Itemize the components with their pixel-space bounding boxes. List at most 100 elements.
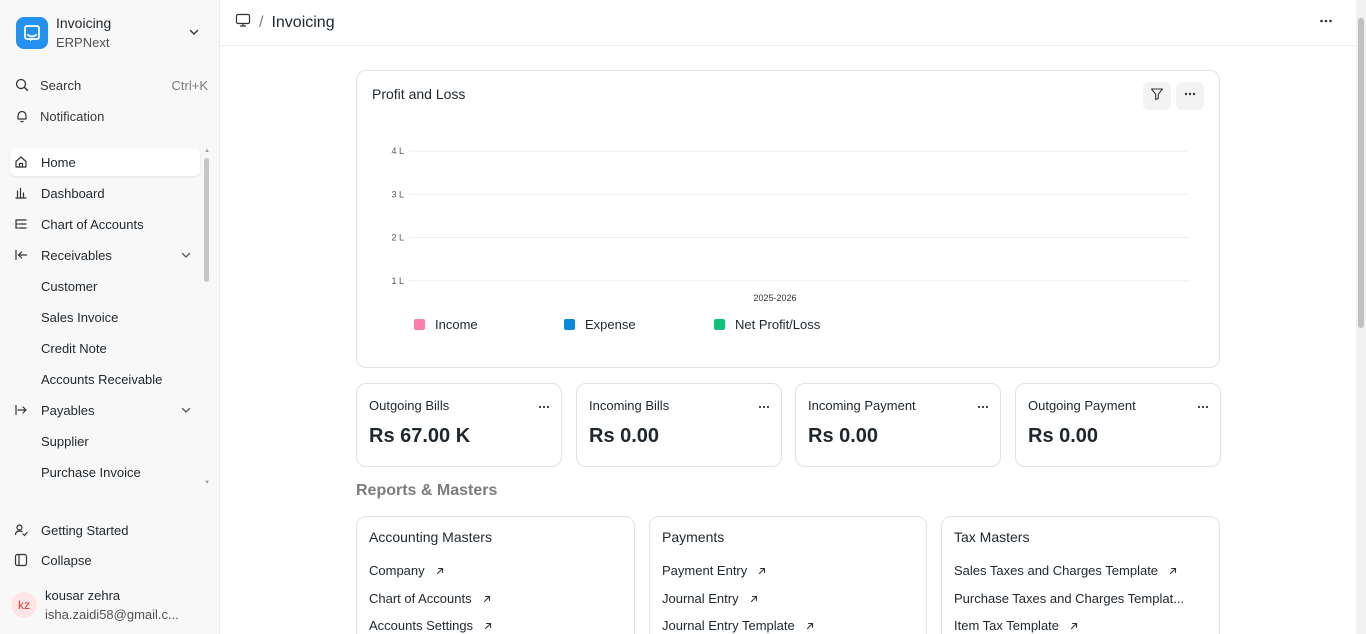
link-company[interactable]: Company xyxy=(369,563,445,578)
desktop-icon[interactable] xyxy=(235,12,251,33)
breadcrumb: / Invoicing xyxy=(235,12,335,33)
sidebar-item-chart-of-accounts[interactable]: Chart of Accounts xyxy=(10,210,200,238)
link-journal-entry[interactable]: Journal Entry xyxy=(662,591,759,606)
legend-item-expense[interactable]: Expense xyxy=(564,317,636,332)
link-label: Purchase Taxes and Charges Templat... xyxy=(954,591,1185,606)
card-payments: Payments Payment Entry Journal Entry Jou… xyxy=(649,516,927,634)
sidebar-item-label: Payables xyxy=(41,402,95,418)
sidebar: Invoicing ERPNext Search Ctrl+K Notifica… xyxy=(0,0,220,634)
app-switcher[interactable]: Invoicing ERPNext xyxy=(10,10,210,56)
search-button[interactable]: Search Ctrl+K xyxy=(10,72,210,98)
sidebar-item-dashboard[interactable]: Dashboard xyxy=(10,179,200,207)
more-options-icon[interactable] xyxy=(757,400,771,419)
page-title[interactable]: Invoicing xyxy=(271,14,334,32)
more-options-icon[interactable] xyxy=(1196,400,1210,419)
user-email: isha.zaidi58@gmail.c... xyxy=(45,607,179,622)
y-tick-label: 4 L xyxy=(391,146,404,156)
arrow-up-right-icon xyxy=(1168,566,1178,576)
sidebar-item-label: Dashboard xyxy=(41,185,105,201)
sidebar-item-customer[interactable]: Customer xyxy=(10,272,200,300)
link-purchase-taxes-template[interactable]: Purchase Taxes and Charges Templat... xyxy=(954,591,1184,606)
notification-button[interactable]: Notification xyxy=(10,103,210,129)
link-label: Item Tax Template xyxy=(954,618,1060,633)
home-icon xyxy=(14,155,34,169)
reports-section-title: Reports & Masters xyxy=(356,482,498,499)
sidebar-item-receivables[interactable]: Receivables xyxy=(10,241,200,269)
legend-swatch xyxy=(414,319,425,330)
user-menu[interactable]: kz kousar zehra isha.zaidi58@gmail.c... xyxy=(10,584,210,626)
getting-started-button[interactable]: Getting Started xyxy=(10,517,210,543)
x-tick-label: 2025-2026 xyxy=(753,293,796,303)
scroll-up-icon[interactable]: ▲ xyxy=(204,148,210,154)
link-label: Sales Taxes and Charges Template xyxy=(954,563,1159,578)
legend-item-net-profit-loss[interactable]: Net Profit/Loss xyxy=(714,317,820,332)
collapse-label: Collapse xyxy=(41,552,92,568)
profit-and-loss-chart-card: Profit and Loss 1 L 2 L 3 L 4 L 2025-2026 In… xyxy=(356,70,1220,368)
link-item-tax-template[interactable]: Item Tax Template xyxy=(954,618,1079,633)
y-tick-label: 1 L xyxy=(391,276,404,286)
collapse-button[interactable]: Collapse xyxy=(10,547,210,573)
bar-chart-icon xyxy=(14,186,34,200)
sidebar-item-purchase-invoice[interactable]: Purchase Invoice xyxy=(10,458,200,486)
more-options-icon[interactable] xyxy=(1318,13,1334,34)
link-label: Journal Entry Template xyxy=(662,618,795,633)
sidebar-collapse-icon xyxy=(14,553,34,567)
card-tax-masters: Tax Masters Sales Taxes and Charges Temp… xyxy=(941,516,1220,634)
sidebar-item-accounts-receivable[interactable]: Accounts Receivable xyxy=(10,365,200,393)
profit-and-loss-chart: 1 L 2 L 3 L 4 L 2025-2026 xyxy=(391,146,1189,303)
link-sales-taxes-template[interactable]: Sales Taxes and Charges Template xyxy=(954,563,1178,578)
search-icon xyxy=(15,78,35,92)
link-chart-of-accounts[interactable]: Chart of Accounts xyxy=(369,591,492,606)
sidebar-item-label: Credit Note xyxy=(41,340,107,356)
sidebar-item-supplier[interactable]: Supplier xyxy=(10,427,200,455)
arrow-up-right-icon xyxy=(749,594,759,604)
link-journal-entry-template[interactable]: Journal Entry Template xyxy=(662,618,815,633)
legend-item-income[interactable]: Income xyxy=(414,317,478,332)
app-subtitle: ERPNext xyxy=(56,35,110,50)
number-card-title: Incoming Payment xyxy=(808,398,916,413)
more-options-icon[interactable] xyxy=(537,400,551,419)
more-options-icon[interactable] xyxy=(976,400,990,419)
arrow-up-right-icon xyxy=(757,566,767,576)
legend-label: Income xyxy=(435,317,478,332)
avatar: kz xyxy=(11,592,37,618)
number-card-outgoing-payment[interactable]: Outgoing Payment Rs 0.00 xyxy=(1015,383,1221,467)
chevron-down-icon[interactable] xyxy=(180,404,192,419)
number-card-incoming-bills[interactable]: Incoming Bills Rs 0.00 xyxy=(576,383,782,467)
scroll-down-icon[interactable]: ▼ xyxy=(204,480,210,486)
sidebar-item-home[interactable]: Home xyxy=(10,148,200,176)
search-label: Search xyxy=(40,77,82,93)
sidebar-scroll-thumb[interactable] xyxy=(204,158,209,282)
getting-started-label: Getting Started xyxy=(41,522,129,538)
sidebar-scrollbar[interactable]: ▲ ▼ xyxy=(202,148,210,486)
filter-button[interactable] xyxy=(1143,82,1171,110)
sidebar-item-label: Receivables xyxy=(41,247,112,263)
number-card-outgoing-bills[interactable]: Outgoing Bills Rs 67.00 K xyxy=(356,383,562,467)
link-payment-entry[interactable]: Payment Entry xyxy=(662,563,767,578)
number-card-value: Rs 67.00 K xyxy=(369,425,471,447)
page-scrollbar[interactable] xyxy=(1356,0,1366,634)
link-label: Accounts Settings xyxy=(369,618,474,633)
breadcrumb-separator: / xyxy=(259,13,264,31)
arrow-left-bar-icon xyxy=(14,248,34,262)
number-card-incoming-payment[interactable]: Incoming Payment Rs 0.00 xyxy=(795,383,1001,467)
search-shortcut: Ctrl+K xyxy=(171,77,208,93)
more-options-icon xyxy=(1183,87,1197,106)
arrow-up-right-icon xyxy=(482,594,492,604)
link-accounts-settings[interactable]: Accounts Settings xyxy=(369,618,493,633)
y-tick-label: 2 L xyxy=(391,233,404,243)
legend-label: Expense xyxy=(585,317,636,332)
chart-more-button[interactable] xyxy=(1176,82,1204,110)
arrow-up-right-icon xyxy=(483,621,493,631)
page-scroll-thumb[interactable] xyxy=(1358,18,1364,328)
link-card-title: Tax Masters xyxy=(954,529,1030,545)
sidebar-item-sales-invoice[interactable]: Sales Invoice xyxy=(10,303,200,331)
sidebar-item-payables[interactable]: Payables xyxy=(10,396,200,424)
app-title: Invoicing xyxy=(56,15,112,31)
number-card-title: Incoming Bills xyxy=(589,398,670,413)
card-accounting-masters: Accounting Masters Company Chart of Acco… xyxy=(356,516,635,634)
sidebar-item-credit-note[interactable]: Credit Note xyxy=(10,334,200,362)
arrow-up-right-icon xyxy=(805,621,815,631)
notification-label: Notification xyxy=(40,108,105,124)
chevron-down-icon[interactable] xyxy=(180,249,192,264)
